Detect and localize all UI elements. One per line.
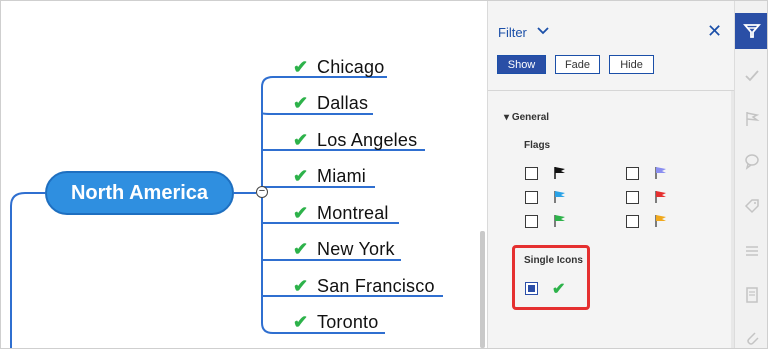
attachment-icon[interactable]: [735, 319, 767, 348]
topic-chicago[interactable]: ✔ Chicago: [293, 55, 384, 79]
panel-divider: [488, 90, 735, 91]
check-icon: ✔: [293, 165, 309, 186]
topic-label: San Francisco: [317, 275, 435, 296]
topic-los-angeles[interactable]: ✔ Los Angeles: [293, 128, 417, 152]
topic-montreal[interactable]: ✔ Montreal: [293, 201, 389, 225]
topic-toronto[interactable]: ✔ Toronto: [293, 310, 378, 334]
check-icon: ✔: [293, 275, 309, 296]
filter-panel: Filter ✕ Show Fade Hide ▾ General Flags: [487, 1, 735, 348]
panel-header: Filter ✕ Show Fade Hide: [488, 1, 735, 91]
show-button[interactable]: Show: [497, 55, 546, 74]
check-icon: ✔: [293, 202, 309, 223]
canvas-scrollbar[interactable]: [480, 231, 485, 348]
check-icon[interactable]: [735, 58, 767, 94]
chevron-down-icon[interactable]: [536, 23, 550, 40]
right-toolbar: [734, 1, 767, 348]
check-icon: ✔: [293, 238, 309, 259]
fade-button[interactable]: Fade: [555, 55, 600, 74]
tag-icon[interactable]: [735, 188, 767, 224]
single-icon-checkbox[interactable]: [525, 282, 538, 295]
flag-red-icon: [655, 191, 666, 203]
panel-title[interactable]: Filter: [498, 25, 527, 40]
topic-label: Toronto: [317, 311, 379, 332]
topic-label: New York: [317, 238, 395, 259]
flag-checkbox-green[interactable]: [525, 215, 538, 228]
section-label: General: [511, 112, 550, 123]
flags-label: Flags: [524, 140, 551, 151]
note-icon[interactable]: [735, 277, 767, 313]
check-icon: ✔: [293, 129, 309, 150]
general-section-header[interactable]: ▾ General: [504, 112, 549, 123]
close-icon[interactable]: ✕: [707, 21, 722, 42]
filter-icon[interactable]: [735, 13, 767, 49]
flag-icon[interactable]: [735, 101, 767, 137]
topic-miami[interactable]: ✔ Miami: [293, 164, 366, 188]
flag-green-icon: [554, 215, 565, 227]
hide-button[interactable]: Hide: [609, 55, 654, 74]
app-window: North America − ✔ Chicago ✔ Dallas ✔ Los…: [0, 0, 768, 349]
topic-dallas[interactable]: ✔ Dallas: [293, 91, 368, 115]
flag-checkbox-orange[interactable]: [626, 215, 639, 228]
flag-checkbox-black[interactable]: [525, 167, 538, 180]
topic-label: Miami: [317, 165, 366, 186]
topic-new-york[interactable]: ✔ New York: [293, 237, 395, 261]
topic-label: Dallas: [317, 92, 369, 113]
single-icons-label: Single Icons: [524, 255, 583, 266]
check-icon: ✔: [552, 281, 566, 298]
collapse-toggle[interactable]: −: [256, 186, 268, 198]
check-icon: ✔: [293, 92, 309, 113]
check-icon: ✔: [293, 311, 309, 332]
topic-label: Los Angeles: [317, 129, 418, 150]
topic-san-francisco[interactable]: ✔ San Francisco: [293, 274, 435, 298]
flag-checkbox-blue[interactable]: [525, 191, 538, 204]
topic-label: Montreal: [317, 202, 389, 223]
flag-black-icon: [554, 167, 565, 179]
caret-down-icon: ▾: [504, 112, 510, 123]
list-icon[interactable]: [735, 233, 767, 269]
flag-checkbox-purple[interactable]: [626, 167, 639, 180]
comment-icon[interactable]: [735, 143, 767, 179]
check-icon: ✔: [293, 56, 309, 77]
topic-label: Chicago: [317, 56, 385, 77]
flag-checkbox-red[interactable]: [626, 191, 639, 204]
root-topic[interactable]: North America: [45, 171, 234, 215]
flag-blue-icon: [554, 191, 565, 203]
mindmap-canvas[interactable]: North America − ✔ Chicago ✔ Dallas ✔ Los…: [1, 1, 487, 348]
flag-purple-icon: [655, 167, 666, 179]
flag-orange-icon: [655, 215, 666, 227]
